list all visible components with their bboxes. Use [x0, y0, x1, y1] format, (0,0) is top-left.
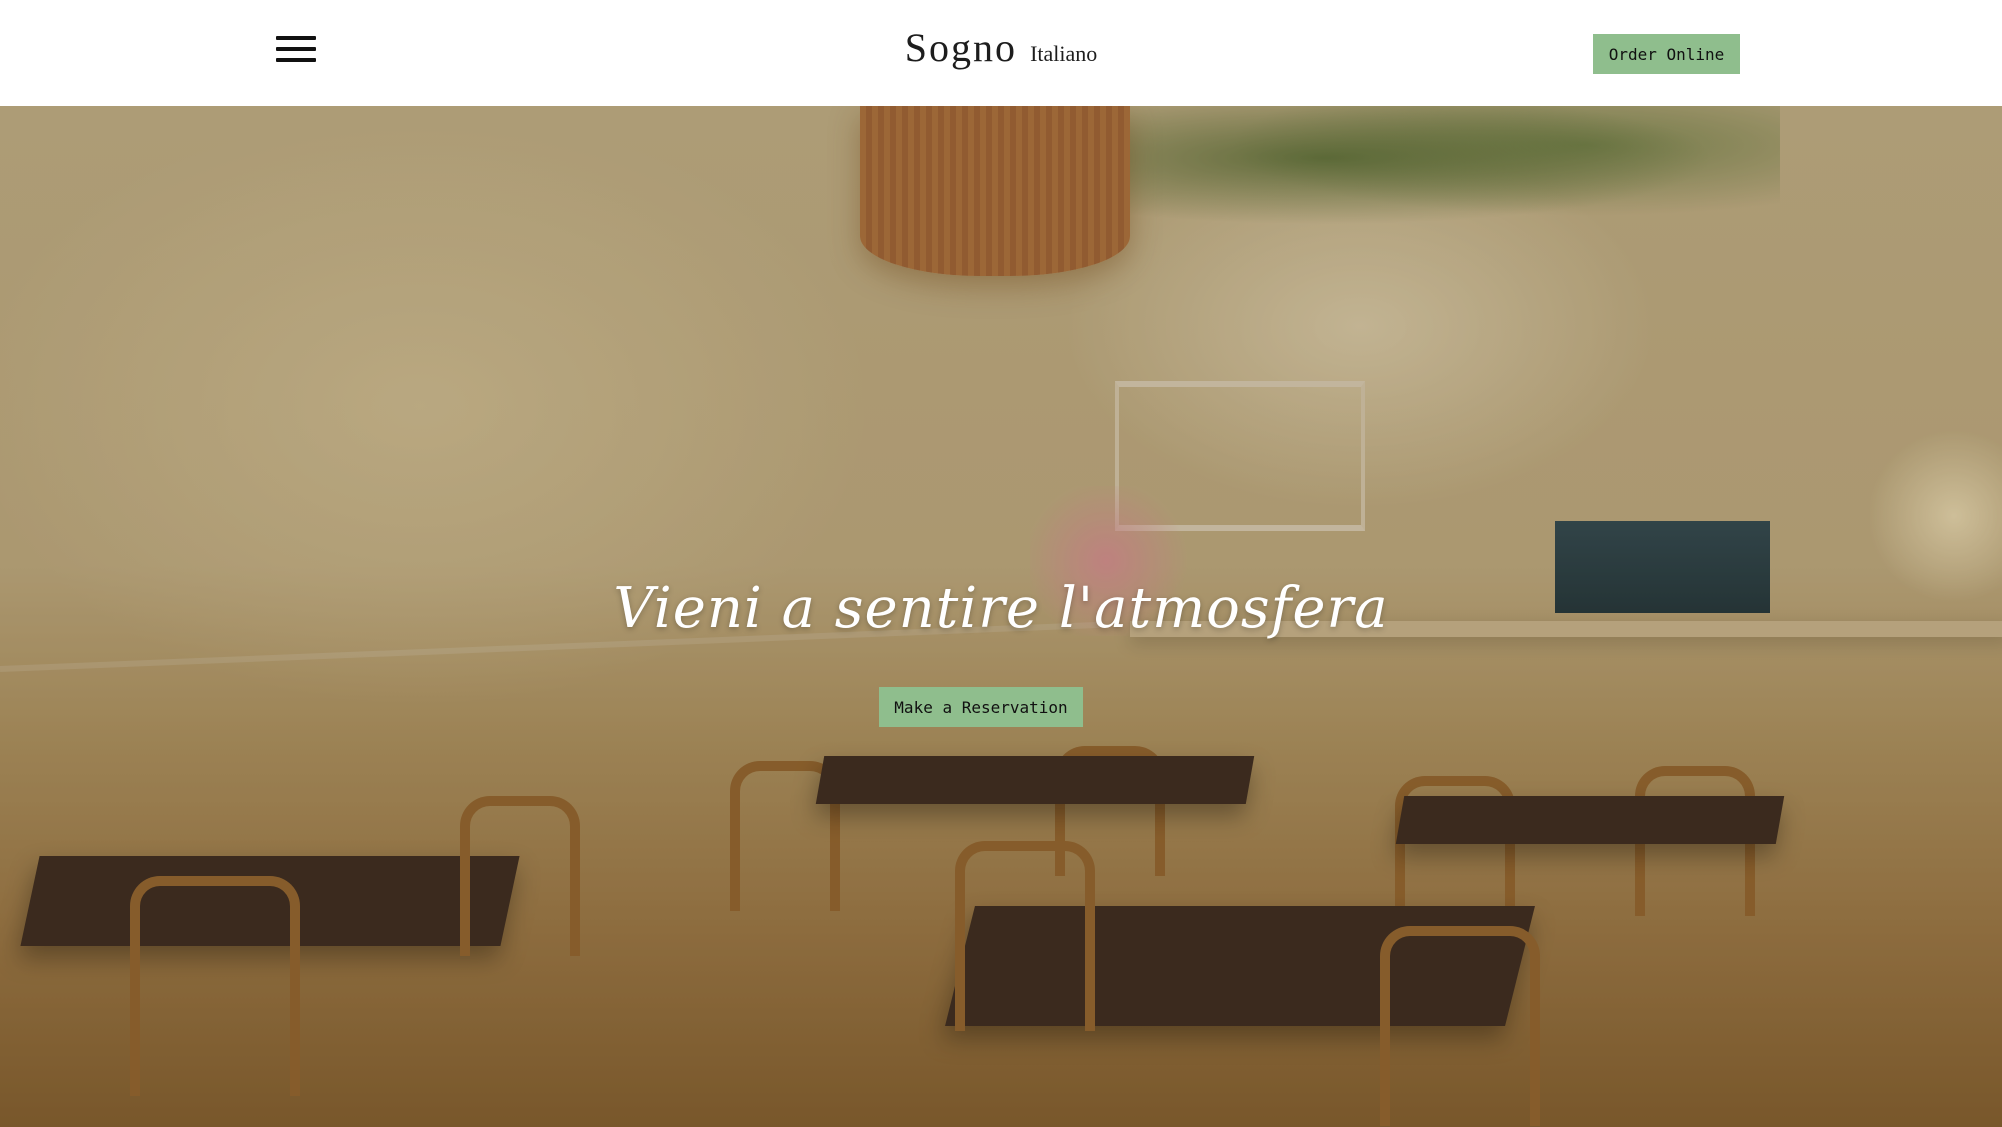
hero-section: Vieni a sentire l'atmosfera Make a Reser…: [0, 106, 2002, 1127]
order-online-button[interactable]: Order Online: [1593, 34, 1740, 74]
site-header: Sogno Italiano Order Online: [0, 0, 2002, 106]
hero-tagline: Vieni a sentire l'atmosfera: [613, 576, 1389, 641]
menu-bar: [276, 58, 316, 62]
menu-bar: [276, 36, 316, 40]
make-reservation-button[interactable]: Make a Reservation: [879, 687, 1083, 727]
menu-bar: [276, 47, 316, 51]
brand-subtitle[interactable]: Italiano: [1030, 41, 1097, 66]
hamburger-menu-icon[interactable]: [272, 32, 318, 68]
brand-name[interactable]: Sogno: [905, 25, 1017, 70]
